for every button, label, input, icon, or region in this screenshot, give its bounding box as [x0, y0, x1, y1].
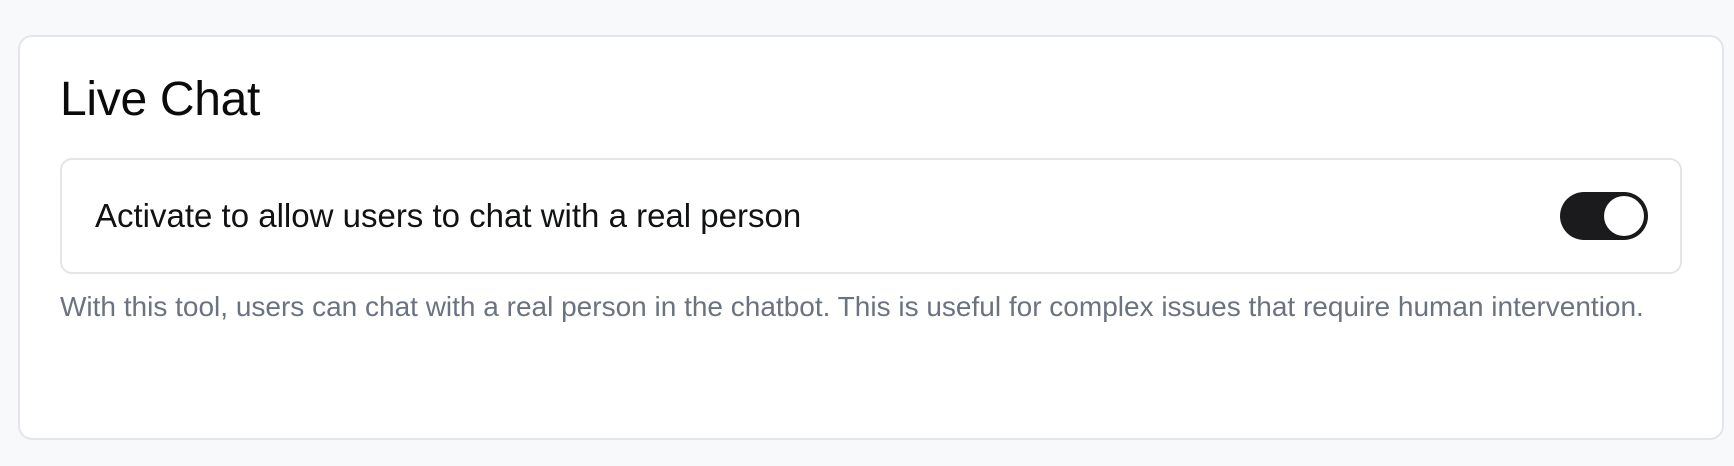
card-title: Live Chat	[60, 73, 261, 126]
live-chat-setting-label: Activate to allow users to chat with a r…	[95, 197, 802, 234]
live-chat-description: With this tool, users can chat with a re…	[60, 291, 1644, 322]
live-chat-toggle[interactable]	[1560, 192, 1648, 240]
live-chat-setting-row: Activate to allow users to chat with a r…	[60, 158, 1682, 274]
live-chat-card: Live Chat Activate to allow users to cha…	[18, 35, 1724, 440]
toggle-knob	[1604, 196, 1644, 236]
